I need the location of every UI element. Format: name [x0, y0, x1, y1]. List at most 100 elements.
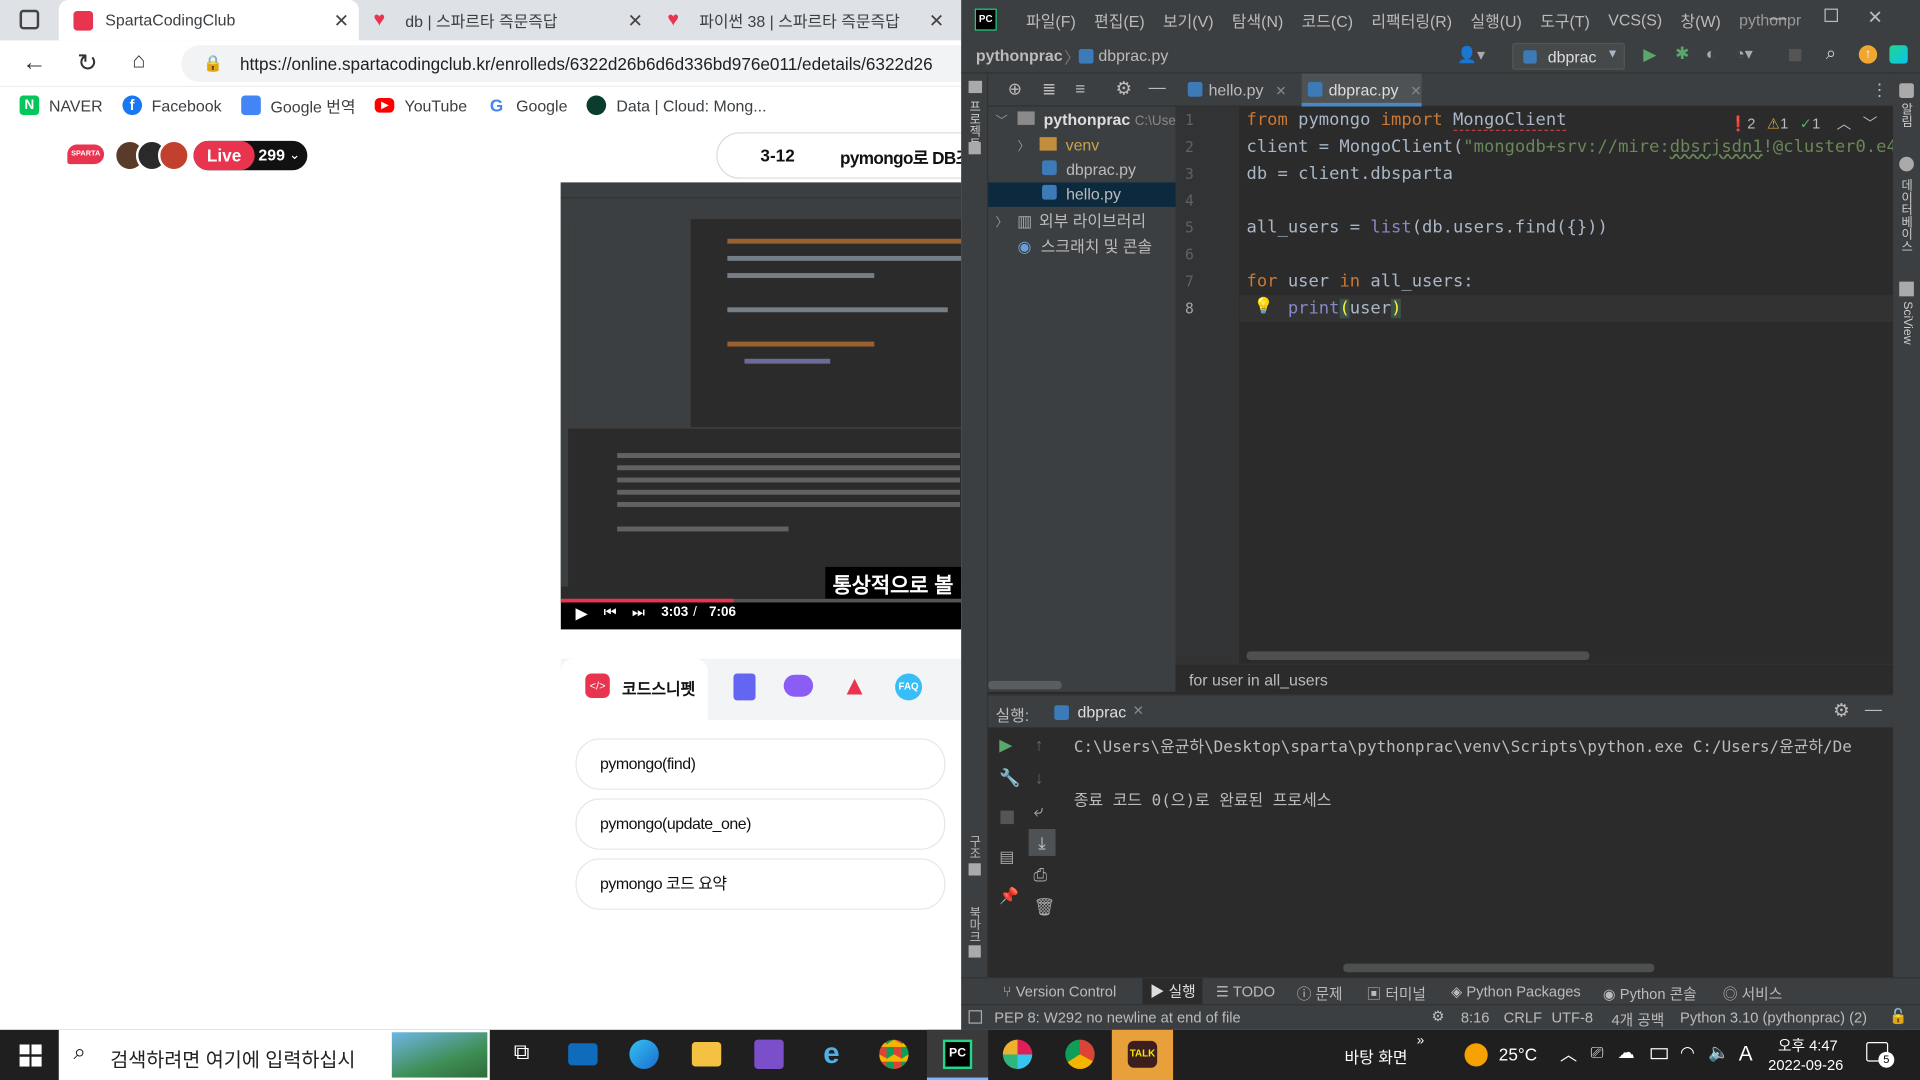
mail-icon[interactable] [568, 1043, 598, 1066]
url-input[interactable]: 🔒 https://online.spartacodingclub.kr/enr… [181, 45, 962, 83]
weather-sun-icon[interactable] [1464, 1043, 1488, 1067]
database-tool-label[interactable]: 데이터베이스 [1898, 179, 1914, 252]
menu-file[interactable]: 파일(F) [1026, 8, 1076, 31]
notifications-tool-label[interactable]: 알림 [1898, 103, 1914, 127]
reload-icon[interactable]: ↻ [77, 48, 98, 79]
tray-wifi-icon[interactable]: ◠ [1680, 1042, 1695, 1063]
tree-item-dbprac[interactable]: dbprac.py [988, 158, 1175, 182]
close-window-icon[interactable]: ✕ [1867, 6, 1882, 28]
gear-icon[interactable]: ⚙ [1116, 77, 1132, 99]
pin-icon[interactable]: 📌 [999, 887, 1019, 907]
todo-tab[interactable]: ☰ TODO [1216, 983, 1275, 1000]
python-console-tab[interactable]: ◉ Python 콘솔 [1603, 983, 1697, 1004]
tree-item-hello[interactable]: hello.py [988, 182, 1176, 207]
chevron-down-icon[interactable]: ﹀ [1863, 115, 1878, 132]
browser-tab-sparta[interactable]: SpartaCodingClub ✕ [58, 0, 359, 41]
python-packages-tab[interactable]: ◈ Python Packages [1451, 983, 1581, 1000]
cursor-position[interactable]: 8:16 [1461, 1009, 1490, 1026]
bookmark-naver[interactable]: N NAVER [19, 95, 103, 116]
document-icon[interactable] [733, 673, 756, 701]
problems-tab[interactable]: ⓘ 문제 [1297, 983, 1343, 1004]
menu-edit[interactable]: 편집(E) [1094, 8, 1145, 31]
wrench-icon[interactable]: 🔧 [999, 768, 1020, 789]
profile-icon[interactable]: ◔▾ [1735, 44, 1753, 64]
stop-icon[interactable] [1000, 810, 1014, 825]
coverage-icon[interactable]: ◐ [1706, 44, 1716, 62]
debug-icon[interactable]: ✱ [1675, 43, 1689, 64]
tree-item-scratches[interactable]: ◉ 스크래치 및 콘솔 [1018, 234, 1153, 257]
editor-horizontal-scrollbar[interactable] [1246, 651, 1590, 661]
version-control-tab[interactable]: ⑂ Version Control [1003, 983, 1116, 1000]
task-view-icon[interactable]: ⧉ [507, 1040, 536, 1069]
live-badge[interactable]: Live 299 ⌄ [193, 140, 308, 171]
menu-window[interactable]: 창(W) [1681, 8, 1721, 31]
notification-center-button[interactable]: 5 [1866, 1042, 1895, 1069]
close-tab-icon[interactable]: ✕ [1410, 84, 1421, 99]
weather-temperature[interactable]: 25°C [1499, 1044, 1537, 1064]
chevron-up-icon[interactable]: » [1417, 1033, 1425, 1048]
tray-volume-icon[interactable]: 🔈 [1708, 1042, 1729, 1063]
run-tab-label[interactable]: dbprac [1078, 703, 1127, 721]
tray-battery-icon[interactable] [1650, 1048, 1668, 1060]
trash-icon[interactable]: 🗑 [1033, 896, 1055, 917]
menu-refactor[interactable]: 리팩터링(R) [1371, 8, 1452, 31]
scroll-to-end-icon[interactable]: ⤓ [1028, 828, 1056, 856]
intention-bulb-icon[interactable]: 💡 [1254, 298, 1274, 316]
warning-icon[interactable]: ▲ [841, 670, 868, 702]
tab-code-snippet[interactable]: </> 코드스니펫 [560, 658, 708, 721]
close-tab-icon[interactable]: ✕ [1133, 703, 1144, 719]
run-tab[interactable]: ▶ 실행 [1142, 978, 1203, 1006]
lesson-selector[interactable]: 3-12 pymongo로 DB조 [716, 132, 962, 179]
back-icon[interactable]: ← [22, 49, 46, 77]
lock-icon[interactable]: 🔓 [1889, 1008, 1907, 1025]
structure-tool-icon[interactable] [968, 863, 981, 876]
snippet-item[interactable]: pymongo(find) [575, 738, 946, 790]
inspection-widget[interactable]: ❗2 ⚠1 ✓1 ︿ ﹀ [1729, 113, 1877, 134]
bookmark-google-translate[interactable]: Google 번역 [241, 94, 356, 117]
home-icon[interactable]: ⌂ [132, 48, 145, 74]
stop-icon[interactable] [1788, 48, 1802, 62]
pycharm-taskbar-button[interactable]: PC [926, 1029, 989, 1080]
video-progress-track[interactable] [560, 598, 962, 603]
file-encoding[interactable]: UTF-8 [1551, 1009, 1593, 1026]
indent-setting[interactable]: 4개 공백 [1611, 1009, 1664, 1030]
menu-tools[interactable]: 도구(T) [1540, 8, 1590, 31]
slack-icon[interactable] [1002, 1039, 1033, 1069]
ime-indicator[interactable]: A [1739, 1042, 1753, 1066]
more-tabs-icon[interactable]: ⋮ [1871, 80, 1888, 101]
editor-tab-dbprac[interactable]: dbprac.py ✕ [1301, 73, 1422, 107]
menu-view[interactable]: 보기(V) [1163, 8, 1214, 31]
chat-icon[interactable] [783, 674, 814, 697]
tree-item-external-libraries[interactable]: 〉 ▥ 외부 라이브러리 [996, 208, 1146, 231]
collapse-all-icon[interactable]: ≡ [1075, 78, 1085, 98]
chevron-up-icon[interactable]: ︿ [1837, 115, 1852, 132]
breadcrumb-file[interactable]: dbprac.py [1098, 47, 1168, 65]
bookmarks-tool-icon[interactable] [968, 945, 981, 958]
search-icon[interactable]: ⌕ [1826, 43, 1836, 64]
snippet-item[interactable]: pymongo 코드 요약 [575, 858, 946, 910]
tray-device-icon[interactable]: ⎚ [1591, 1043, 1604, 1063]
next-icon[interactable]: ⏭ [632, 604, 645, 622]
status-square-icon[interactable] [968, 1010, 983, 1024]
close-tab-icon[interactable]: ✕ [1275, 84, 1286, 99]
project-tool-icon[interactable] [968, 80, 983, 94]
bookmark-youtube[interactable]: ▶ YouTube [375, 96, 467, 114]
menu-code[interactable]: 코드(C) [1302, 8, 1353, 31]
kakaotalk-taskbar-button[interactable]: TALK [1111, 1029, 1174, 1080]
bookmark-mongodb[interactable]: Data | Cloud: Mong... [587, 95, 767, 116]
hide-panel-icon[interactable]: — [1149, 77, 1166, 97]
bookmark-facebook[interactable]: f Facebook [122, 95, 222, 116]
close-tab-icon[interactable]: ✕ [929, 10, 944, 32]
locate-icon[interactable]: ⊕ [1008, 78, 1022, 99]
user-icon[interactable]: 👤▾ [1457, 45, 1485, 65]
chrome-profile-icon[interactable] [1065, 1039, 1095, 1069]
browser-tab-python[interactable]: ♥ 파이썬 38 | 스파르타 즉문즉답 ✕ [653, 0, 962, 40]
line-separator[interactable]: CRLF [1504, 1009, 1542, 1026]
run-horizontal-scrollbar[interactable] [1343, 963, 1655, 973]
layout-icon[interactable]: ▤ [999, 847, 1014, 867]
status-message[interactable]: PEP 8: W292 no newline at end of file [994, 1009, 1240, 1026]
sparta-logo[interactable]: SPARTA [67, 144, 105, 165]
tab-actions-icon[interactable] [19, 9, 40, 30]
visual-studio-icon[interactable] [754, 1039, 784, 1069]
hide-panel-icon[interactable]: — [1865, 699, 1882, 719]
